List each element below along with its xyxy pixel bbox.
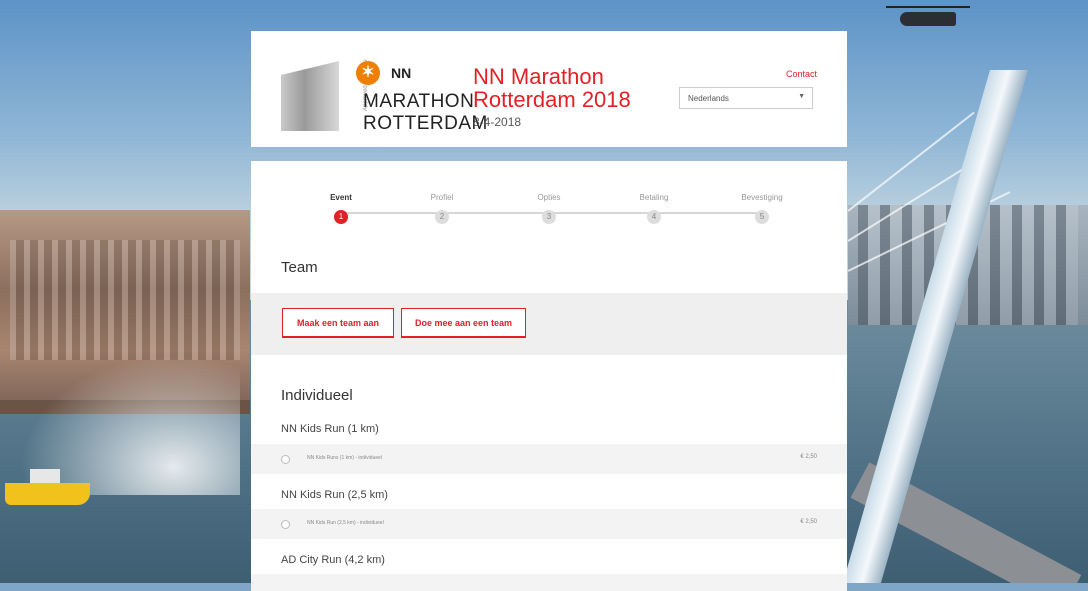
event-name: NN Kids Run (2,5 km) xyxy=(281,489,388,501)
step-label: Profiel xyxy=(430,193,454,202)
event-date: 8-4-2018 xyxy=(473,115,522,129)
step-opties[interactable]: Opties 3 xyxy=(509,193,589,224)
step-label: Opties xyxy=(537,193,561,202)
event-name: AD City Run (4,2 km) xyxy=(281,554,385,566)
nn-logo-text: NN xyxy=(391,65,412,81)
join-team-button[interactable]: Doe mee aan een team xyxy=(401,308,526,338)
team-heading: Team xyxy=(281,259,318,276)
create-team-button[interactable]: Maak een team aan xyxy=(282,308,394,338)
step-label: Bevestiging xyxy=(741,193,783,202)
option-price: € 2,50 xyxy=(800,519,817,525)
event-title: NN Marathon Rotterdam 2018 xyxy=(473,64,631,112)
step-betaling[interactable]: Betaling 4 xyxy=(614,193,694,224)
option-label: NN Kids Run (2,5 km) - individueel xyxy=(307,520,384,526)
runners-graphic xyxy=(281,61,339,131)
event-name: NN Kids Run (1 km) xyxy=(281,423,379,435)
step-label: Betaling xyxy=(639,193,669,202)
logo-marathon-text: MARATHON xyxy=(363,91,475,112)
step-number: 1 xyxy=(334,210,348,224)
marathon-logo[interactable]: Approved by Liefde ✶ NN MARATHON ROTTERD… xyxy=(281,59,487,134)
helicopter xyxy=(886,6,970,26)
list-item[interactable]: NN Kids Runs (1 km) - individueel € 2,50 xyxy=(251,444,847,474)
registration-card: Event 1 Profiel 2 Opties 3 Betaling 4 Be… xyxy=(251,161,847,591)
list-item[interactable]: NN Kids Run (2,5 km) - individueel € 2,5… xyxy=(251,509,847,539)
progress-stepper: Event 1 Profiel 2 Opties 3 Betaling 4 Be… xyxy=(251,161,847,231)
step-number: 5 xyxy=(755,210,769,224)
individual-heading: Individueel xyxy=(281,387,353,404)
step-number: 4 xyxy=(647,210,661,224)
nn-lion-icon: ✶ xyxy=(356,61,380,85)
chevron-down-icon: ▼ xyxy=(798,93,805,100)
fireboat xyxy=(5,469,90,505)
header-card: Approved by Liefde ✶ NN MARATHON ROTTERD… xyxy=(251,31,847,147)
step-event[interactable]: Event 1 xyxy=(301,193,381,224)
team-actions: Maak een team aan Doe mee aan een team xyxy=(251,293,847,355)
radio-button[interactable] xyxy=(281,520,290,529)
logo-rotterdam-text: ROTTERDAM xyxy=(363,113,488,134)
contact-link[interactable]: Contact xyxy=(786,69,817,79)
step-label: Event xyxy=(330,193,352,202)
language-select[interactable]: Nederlands ▼ xyxy=(679,87,813,109)
step-number: 3 xyxy=(542,210,556,224)
step-profiel[interactable]: Profiel 2 xyxy=(402,193,482,224)
step-number: 2 xyxy=(435,210,449,224)
language-value: Nederlands xyxy=(688,94,729,103)
option-label: NN Kids Runs (1 km) - individueel xyxy=(307,455,383,461)
option-price: € 2,50 xyxy=(800,454,817,460)
radio-button[interactable] xyxy=(281,455,290,464)
step-bevestiging[interactable]: Bevestiging 5 xyxy=(722,193,802,224)
